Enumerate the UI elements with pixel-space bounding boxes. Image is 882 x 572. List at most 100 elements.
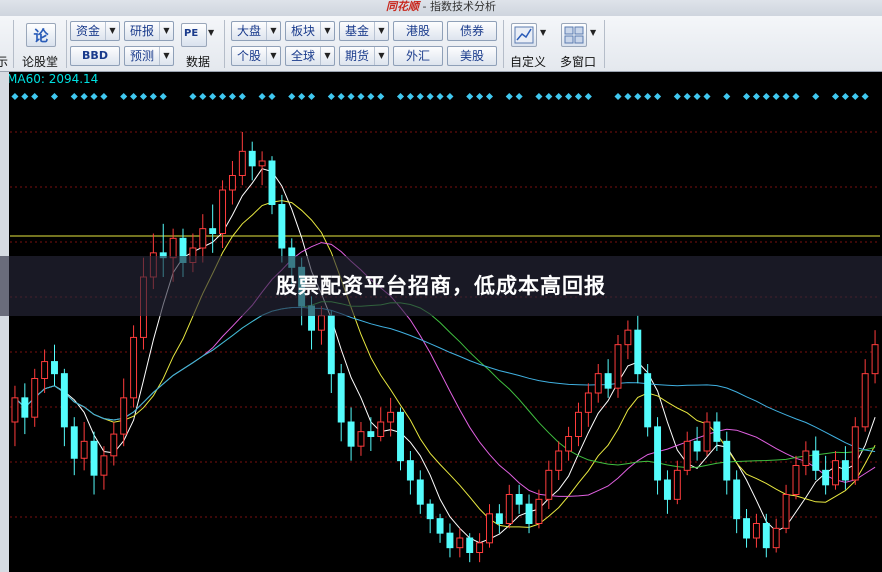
signal-marker bbox=[574, 92, 583, 101]
bbd-button[interactable]: BBD bbox=[70, 46, 120, 66]
candle-body bbox=[505, 494, 513, 524]
candle-body bbox=[11, 397, 19, 423]
candle-body bbox=[832, 460, 839, 486]
multi-window-button[interactable]: 多窗口 bbox=[560, 53, 596, 70]
signal-marker bbox=[149, 92, 157, 101]
candle-body bbox=[327, 315, 335, 375]
candle-body bbox=[51, 361, 58, 375]
meigu-button[interactable]: 美股 bbox=[447, 46, 497, 66]
candle-body bbox=[713, 421, 721, 442]
signal-marker bbox=[100, 92, 108, 101]
zijin-button[interactable]: 资金 ▼ bbox=[70, 21, 120, 41]
signal-marker bbox=[535, 92, 543, 101]
ganggu-button[interactable]: 港股 bbox=[393, 21, 443, 41]
candle-body bbox=[673, 469, 681, 500]
candle-body bbox=[575, 411, 582, 438]
candle-body bbox=[377, 421, 385, 437]
gegu-button[interactable]: 个股 ▼ bbox=[231, 46, 281, 66]
multi-window-icon[interactable] bbox=[561, 23, 587, 47]
candle-body bbox=[278, 204, 286, 249]
lun-gu-tang-button[interactable]: 论股堂 bbox=[22, 53, 58, 70]
candle-body bbox=[199, 228, 207, 249]
qihuo-button[interactable]: 期货 ▼ bbox=[339, 46, 389, 66]
yuce-button[interactable]: 预测 ▼ bbox=[124, 46, 174, 66]
candle-body bbox=[822, 469, 830, 486]
pe-data-icon[interactable]: PE bbox=[181, 23, 207, 47]
candle-body bbox=[525, 503, 533, 524]
candle-body bbox=[426, 503, 434, 520]
title-separator: - bbox=[419, 0, 430, 13]
candle-body bbox=[486, 513, 493, 544]
candle-body bbox=[357, 431, 365, 447]
signal-marker bbox=[614, 92, 622, 101]
toolbar-divider bbox=[224, 20, 225, 68]
candle-body bbox=[397, 411, 404, 462]
signal-marker bbox=[199, 92, 207, 101]
candle-body bbox=[416, 479, 424, 505]
candle-body bbox=[515, 494, 523, 505]
signal-marker bbox=[90, 92, 98, 101]
dapan-button[interactable]: 大盘 ▼ bbox=[231, 21, 281, 41]
candle-body bbox=[337, 373, 345, 423]
window-title: 指数技术分析 bbox=[429, 0, 496, 13]
waihui-button[interactable]: 外汇 bbox=[393, 46, 443, 66]
candle-body bbox=[693, 440, 701, 452]
signal-marker bbox=[654, 92, 662, 101]
pe-data-button[interactable]: 数据 bbox=[186, 53, 210, 70]
candle-body bbox=[228, 175, 236, 191]
signal-marker bbox=[298, 92, 306, 101]
kline-chart[interactable]: MA60: 2094.14 bbox=[0, 72, 882, 572]
candle-body bbox=[436, 518, 444, 534]
signal-marker bbox=[268, 92, 276, 101]
yanbao-button[interactable]: 研报 ▼ bbox=[124, 21, 174, 41]
chevron-down-icon: ▼ bbox=[159, 47, 173, 65]
chevron-down-icon[interactable]: ▼ bbox=[590, 28, 596, 37]
candle-body bbox=[238, 150, 246, 177]
signal-marker bbox=[446, 92, 454, 101]
signal-marker bbox=[831, 92, 840, 101]
quanqiu-button[interactable]: 全球 ▼ bbox=[285, 46, 335, 66]
left-scroll-edge[interactable] bbox=[0, 72, 9, 572]
candle-body bbox=[130, 336, 138, 399]
signal-marker bbox=[377, 92, 385, 101]
candle-body bbox=[31, 378, 39, 418]
signal-marker bbox=[505, 92, 513, 101]
candle-body bbox=[21, 397, 29, 418]
custom-button[interactable]: 自定义 bbox=[510, 53, 546, 70]
signal-marker bbox=[624, 92, 632, 101]
candle-body bbox=[703, 421, 711, 452]
toolbar-divider bbox=[503, 20, 504, 68]
bankuai-button[interactable]: 板块 ▼ bbox=[285, 21, 335, 41]
candle-body bbox=[604, 373, 612, 389]
signal-marker bbox=[723, 92, 731, 101]
zhaiquan-button[interactable]: 债券 bbox=[447, 21, 497, 41]
signal-marker bbox=[258, 92, 266, 101]
candle-body bbox=[60, 373, 68, 428]
candle-body bbox=[347, 421, 355, 447]
candle-body bbox=[565, 436, 573, 452]
banner-text: 股票配资平台招商，低成本高回报 bbox=[276, 274, 606, 298]
title-bar: 同花顺 - 指数技术分析 bbox=[0, 0, 882, 16]
signal-marker bbox=[31, 92, 39, 101]
chevron-down-icon[interactable]: ▼ bbox=[540, 28, 546, 37]
toolbar-divider bbox=[13, 20, 14, 68]
candle-body bbox=[90, 440, 98, 476]
candle-body bbox=[367, 431, 375, 437]
candle-body bbox=[752, 523, 760, 539]
signal-marker bbox=[120, 92, 128, 101]
candle-body bbox=[41, 361, 49, 380]
signal-marker bbox=[219, 92, 227, 101]
candle-body bbox=[446, 532, 454, 549]
chevron-down-icon[interactable]: ▼ bbox=[208, 28, 214, 37]
lun-gu-tang-icon[interactable]: 论 bbox=[26, 23, 56, 47]
signal-marker bbox=[851, 92, 859, 101]
partial-label[interactable]: 示 bbox=[0, 53, 8, 70]
signal-marker bbox=[634, 92, 642, 101]
signal-marker bbox=[762, 92, 770, 101]
kline-svg[interactable] bbox=[0, 72, 882, 572]
jijin-button[interactable]: 基金 ▼ bbox=[339, 21, 389, 41]
candle-body bbox=[110, 433, 118, 457]
signal-marker bbox=[228, 92, 236, 101]
signal-marker bbox=[367, 92, 375, 101]
custom-chart-icon[interactable] bbox=[511, 23, 537, 47]
